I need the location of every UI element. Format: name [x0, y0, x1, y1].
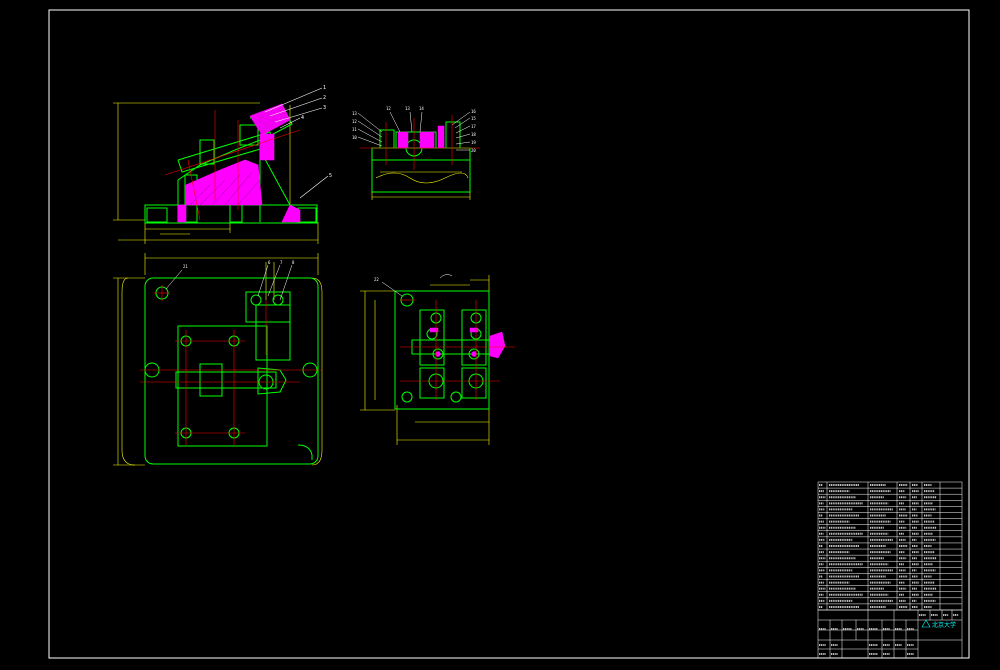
- front-view-section: [177, 103, 301, 223]
- detail-view-dimensions: [360, 275, 490, 445]
- balloon-4: 4: [301, 115, 304, 121]
- balloon-21: 21: [183, 264, 188, 269]
- detail-view-outline: [394, 290, 498, 410]
- detail-view-balloons: 22: [374, 277, 379, 282]
- balloon-20: 20: [471, 148, 476, 153]
- balloon-11: 11: [352, 127, 357, 132]
- balloon-2: 2: [323, 95, 326, 101]
- title-block-logo: 北京大学: [921, 619, 956, 629]
- side-view-section: [397, 125, 445, 149]
- front-view-balloons: 1 2 3 4 5: [301, 85, 332, 179]
- top-view: 21 6 7 8: [113, 253, 323, 466]
- title-block: [817, 609, 963, 659]
- sheet-frame: [48, 9, 970, 659]
- balloon-5: 5: [329, 173, 332, 179]
- balloon-19: 19: [471, 140, 476, 145]
- balloon-12-top: 12: [386, 106, 391, 111]
- university-logo-icon: [921, 619, 931, 628]
- detail-view: 22: [360, 274, 515, 445]
- balloon-12-left: 12: [352, 119, 357, 124]
- top-view-leaders: [165, 264, 293, 301]
- cad-sheet: 1 2 3 4 5 13 12 11 10 12 13 14 16 15 17 …: [48, 9, 970, 659]
- top-view-balloons: 21 6 7 8: [183, 260, 295, 269]
- top-view-outline: [144, 277, 319, 465]
- balloon-17: 17: [471, 124, 476, 129]
- side-view: 13 12 11 10 12 13 14 16 15 17 18 19 20: [352, 106, 480, 200]
- parts-list-rows: [818, 487, 962, 605]
- balloon-16: 16: [471, 109, 476, 114]
- balloon-22: 22: [374, 277, 379, 282]
- balloon-10: 10: [352, 135, 357, 140]
- top-view-centerlines: [140, 285, 322, 445]
- balloon-1: 1: [323, 85, 326, 91]
- balloon-15: 15: [471, 116, 476, 121]
- balloon-13-left: 13: [352, 111, 357, 116]
- side-view-hidden: [371, 171, 471, 200]
- parts-list: [817, 481, 963, 611]
- drawing-canvas: 1 2 3 4 5 13 12 11 10 12 13 14 16 15 17 …: [0, 0, 1000, 666]
- balloon-6: 6: [268, 260, 271, 265]
- front-view: 1 2 3 4 5: [113, 85, 332, 244]
- balloon-3: 3: [323, 105, 326, 111]
- balloon-18: 18: [471, 132, 476, 137]
- balloon-13-top: 13: [405, 106, 410, 111]
- front-view-leaders: [264, 87, 329, 199]
- university-name: 北京大学: [932, 621, 956, 629]
- balloon-14: 14: [419, 106, 424, 111]
- balloon-7: 7: [280, 260, 283, 265]
- balloon-8: 8: [292, 260, 295, 265]
